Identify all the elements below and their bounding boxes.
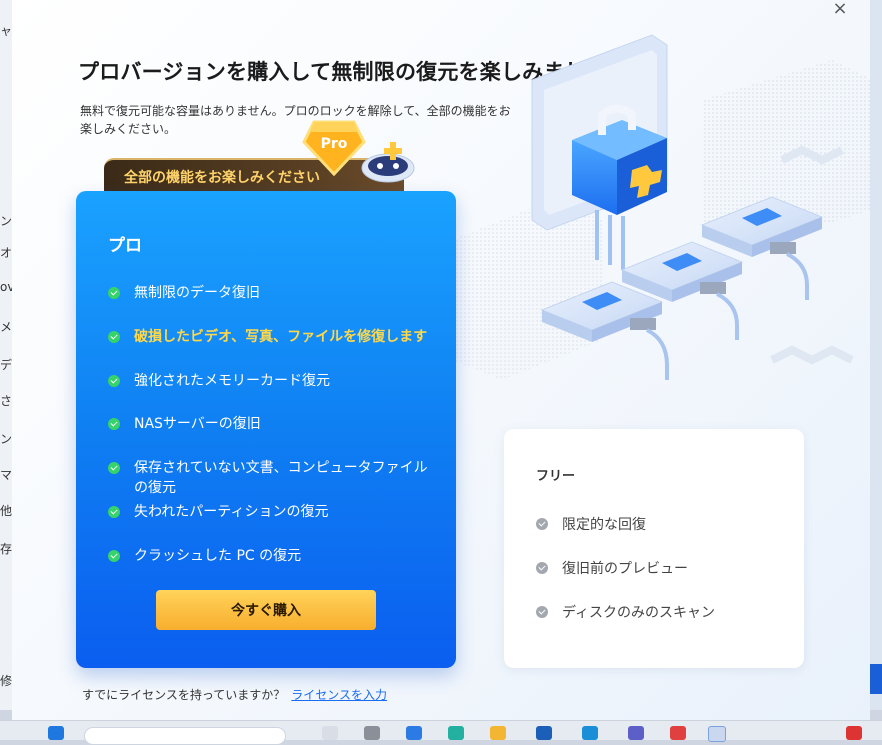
background-button <box>870 664 882 694</box>
free-plan-card: フリー 限定的な回復 復旧前のプレビュー ディスクのみのスキャン <box>504 429 804 668</box>
gamepad-icon <box>361 142 415 183</box>
recovery-illustration <box>452 34 870 380</box>
taskbar-app-icon[interactable] <box>846 726 862 740</box>
check-circle-icon <box>108 550 120 562</box>
ribbon-text: 全部の機能をお楽しみください <box>124 170 320 186</box>
pro-feature-label: NASサーバーの復旧 <box>134 416 261 432</box>
taskbar-app-icon[interactable] <box>406 726 422 740</box>
pro-plan-title: プロ <box>108 236 142 256</box>
pro-feature-label: クラッシュした PC の復元 <box>134 548 302 564</box>
upgrade-dialog: × プロバージョンを購入して無制限の復元を楽しみましょう 無料で復元可能な容量は… <box>12 0 870 720</box>
taskbar-app-icon[interactable] <box>448 726 464 740</box>
check-circle-icon <box>108 287 120 299</box>
check-circle-icon <box>536 562 548 574</box>
taskbar-app-icon[interactable] <box>670 726 686 740</box>
bg-fragment: さ <box>0 394 12 408</box>
bg-fragment: ン <box>0 214 12 228</box>
pro-feature-item: クラッシュした PC の復元 <box>108 546 428 566</box>
pro-feature-item: 強化されたメモリーカード復元 <box>108 371 428 391</box>
close-button[interactable]: × <box>828 0 852 20</box>
pro-feature-label: 強化されたメモリーカード復元 <box>134 373 330 389</box>
bg-fragment: ン <box>0 432 12 446</box>
taskbar-app-icon[interactable] <box>628 726 644 740</box>
background-app-right <box>870 0 882 710</box>
buy-now-button[interactable]: 今すぐ購入 <box>156 590 376 630</box>
license-question: すでにライセンスを持っていますか？ <box>82 688 286 702</box>
bg-fragment: 他 <box>0 504 12 518</box>
pro-feature-item: 破損したビデオ、写真、ファイルを修復します <box>108 327 428 347</box>
start-icon[interactable] <box>48 726 64 740</box>
bg-fragment: メ <box>0 320 12 334</box>
taskbar-app-icon[interactable] <box>322 726 338 740</box>
pro-badge-icon: Pro <box>302 120 366 177</box>
pro-feature-label-highlight: 破損したビデオ、写真、ファイルを修復します <box>134 329 428 345</box>
free-feature-label: 復旧前のプレビュー <box>562 561 688 577</box>
check-circle-icon <box>108 375 120 387</box>
taskbar-app-icon[interactable] <box>364 726 380 740</box>
bg-fragment: 修 <box>0 674 12 688</box>
free-feature-item: 復旧前のプレビュー <box>536 558 688 578</box>
check-circle-icon <box>108 506 120 518</box>
bg-fragment: デ <box>0 358 12 372</box>
free-feature-label: 限定的な回復 <box>562 517 646 533</box>
bg-fragment: ov <box>0 280 12 294</box>
folder-icon[interactable] <box>490 726 506 740</box>
pro-feature-label: 保存されていない文書、コンピュータファイルの復元 <box>134 460 428 496</box>
bg-fragment: 存 <box>0 542 12 556</box>
free-feature-item: 限定的な回復 <box>536 514 646 534</box>
taskbar-app-icon-active[interactable] <box>708 726 726 742</box>
taskbar-search-box[interactable] <box>84 727 286 745</box>
free-plan-title: フリー <box>536 469 576 484</box>
pro-feature-item: 無制限のデータ復旧 <box>108 283 428 303</box>
bg-fragment: マ <box>0 468 12 482</box>
taskbar <box>0 720 882 745</box>
check-circle-icon <box>108 462 120 474</box>
pro-feature-item: 失われたパーティションの復元 <box>108 502 428 522</box>
enter-license-link[interactable]: ライセンスを入力 <box>291 688 387 702</box>
pro-feature-label: 無制限のデータ復旧 <box>134 285 260 301</box>
free-feature-label: ディスクのみのスキャン <box>562 605 716 621</box>
pro-feature-item: 保存されていない文書、コンピュータファイルの復元 <box>108 458 428 498</box>
pro-feature-label: 失われたパーティションの復元 <box>134 504 329 520</box>
license-footer: すでにライセンスを持っていますか？ ライセンスを入力 <box>82 686 387 703</box>
bg-fragment: オ <box>0 246 12 260</box>
check-circle-icon <box>536 518 548 530</box>
taskbar-app-icon[interactable] <box>582 726 598 740</box>
check-circle-icon <box>536 606 548 618</box>
bg-fragment: ャ <box>0 24 12 38</box>
pro-badge-text: Pro <box>321 136 348 152</box>
pro-plan-card: プロ 無制限のデータ復旧 破損したビデオ、写真、ファイルを修復します 強化された… <box>76 191 456 668</box>
check-circle-icon <box>108 418 120 430</box>
taskbar-app-icon[interactable] <box>536 726 552 740</box>
pro-feature-item: NASサーバーの復旧 <box>108 414 428 434</box>
free-feature-item: ディスクのみのスキャン <box>536 602 715 622</box>
check-circle-icon <box>108 331 120 343</box>
